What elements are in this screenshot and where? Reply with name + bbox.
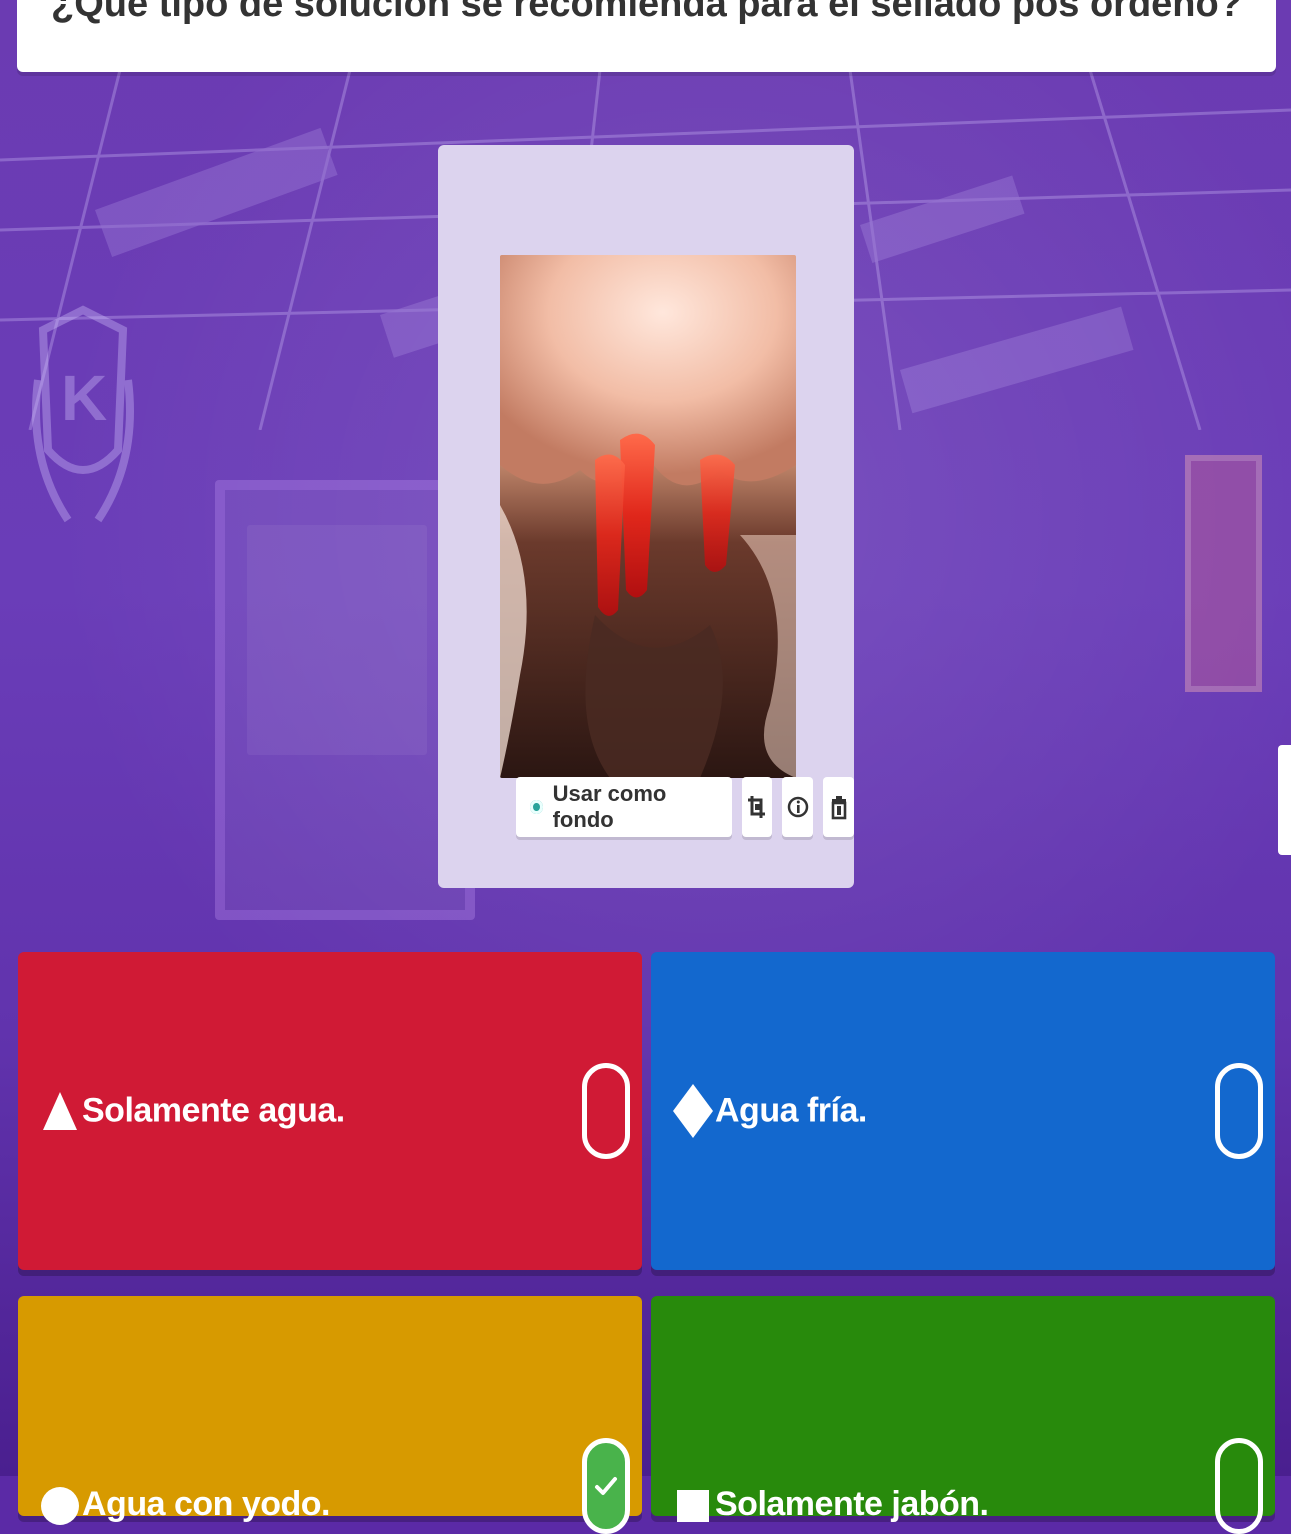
info-icon — [787, 796, 809, 818]
classroom-board — [215, 480, 475, 920]
answer-check-toggle-4[interactable] — [1215, 1438, 1263, 1534]
svg-text:K: K — [61, 362, 107, 434]
question-image[interactable] — [500, 255, 796, 778]
answer-check-toggle-2[interactable] — [1215, 1063, 1263, 1159]
diamond-icon — [667, 1084, 719, 1138]
answer-card-3[interactable]: Agua con yodo. — [18, 1296, 642, 1534]
square-icon — [667, 1480, 719, 1532]
circle-icon — [34, 1480, 86, 1532]
answer-text-4: Solamente jabón. — [715, 1485, 989, 1523]
answer-text-3: Agua con yodo. — [82, 1485, 331, 1523]
school-crest-icon: K — [32, 305, 134, 523]
checkmark-icon — [595, 1477, 617, 1495]
classroom-window — [1185, 455, 1262, 692]
use-as-background-button[interactable]: Usar como fondo — [516, 777, 732, 837]
answer-card-2[interactable]: Agua fría. — [651, 952, 1275, 1270]
delete-button[interactable] — [823, 777, 854, 837]
answer-check-toggle-3[interactable] — [582, 1438, 630, 1534]
board-panel — [247, 525, 427, 755]
use-as-background-label: Usar como fondo — [552, 781, 667, 832]
question-media-card: Usar como fondo — [438, 145, 854, 888]
answer-card-1[interactable]: Solamente agua. — [18, 952, 642, 1270]
answer-text-2: Agua fría. — [715, 1091, 867, 1130]
crop-button[interactable] — [741, 777, 773, 837]
background-dot-icon — [530, 800, 543, 814]
side-panel-handle[interactable] — [1278, 745, 1291, 855]
question-text: ¿Qué tipo de solución se recomienda para… — [51, 0, 1242, 25]
answer-card-4[interactable]: Solamente jabón. — [651, 1296, 1275, 1534]
crop-icon — [748, 796, 765, 818]
udder-photo — [500, 255, 796, 778]
trash-icon — [831, 796, 846, 820]
answer-check-toggle-1[interactable] — [582, 1063, 630, 1159]
question-bar: ¿Qué tipo de solución se recomienda para… — [17, 0, 1276, 72]
triangle-icon — [34, 1085, 86, 1137]
image-toolbar: Usar como fondo — [516, 777, 854, 837]
answer-text-1: Solamente agua. — [82, 1091, 345, 1130]
info-button[interactable] — [782, 777, 814, 837]
